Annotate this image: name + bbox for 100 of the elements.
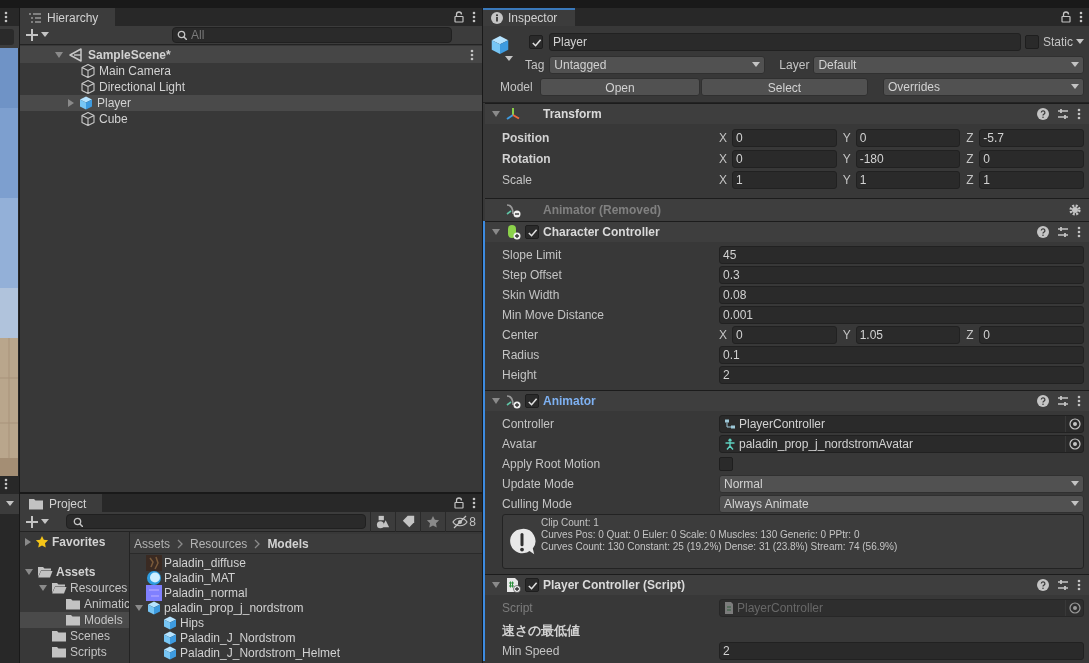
number-field[interactable]: 2 (719, 366, 1084, 384)
asset-item[interactable]: Paladin_J_Nordstrom (130, 630, 482, 645)
breadcrumb-link[interactable]: Resources (190, 534, 248, 553)
disclosure-triangle-icon[interactable] (491, 228, 501, 236)
folder-item[interactable]: Animatic (20, 596, 129, 612)
asset-item[interactable]: paladin_prop_j_nordstrom (130, 600, 482, 615)
number-field[interactable]: 0 (732, 128, 837, 147)
number-field[interactable]: 2 (719, 642, 1084, 660)
more-icon[interactable] (1077, 579, 1081, 591)
number-field[interactable]: 45 (719, 246, 1084, 264)
folder-item[interactable]: Resources (20, 580, 129, 596)
folder-item[interactable]: Assets (20, 564, 129, 580)
lock-icon[interactable] (454, 11, 464, 23)
tag-dropdown[interactable]: Untagged (549, 55, 766, 74)
enable-checkbox[interactable] (525, 578, 539, 592)
sliders-icon[interactable] (1057, 226, 1069, 238)
more-icon[interactable] (1077, 226, 1081, 238)
dropdown[interactable]: Always Animate (719, 495, 1084, 513)
sliders-icon[interactable] (1057, 108, 1069, 120)
number-field[interactable]: 1 (979, 170, 1084, 189)
disclosure-triangle-icon[interactable] (134, 603, 144, 612)
hidden-packages-button[interactable]: 8 (445, 511, 482, 532)
folder-item[interactable]: Models (20, 612, 129, 628)
asset-item[interactable]: Paladin_diffuse (130, 555, 482, 570)
static-checkbox[interactable] (1025, 35, 1039, 49)
panel-tab[interactable]: Inspector (483, 8, 575, 26)
asset-item[interactable]: Paladin_MAT (130, 570, 482, 585)
component-header[interactable]: Transform (485, 103, 1089, 124)
overrides-dropdown[interactable]: Overrides (883, 77, 1084, 96)
folder-item[interactable]: Favorites (20, 534, 129, 550)
number-field[interactable]: -180 (855, 149, 961, 168)
dropdown[interactable]: Normal (719, 475, 1084, 493)
breadcrumb-link[interactable]: Assets (134, 534, 170, 553)
help-icon[interactable] (1037, 579, 1049, 591)
asset-item[interactable]: Paladin_J_Nordstrom_Helmet (130, 645, 482, 660)
disclosure-triangle-icon[interactable] (491, 397, 501, 405)
help-icon[interactable] (1037, 226, 1049, 238)
disclosure-triangle-icon[interactable] (54, 50, 64, 59)
number-field[interactable]: 0 (979, 326, 1084, 344)
panel-tab[interactable]: Hierarchy (20, 8, 115, 26)
number-field[interactable]: 0 (855, 128, 961, 147)
more-icon[interactable] (1079, 11, 1083, 23)
settings-icon[interactable] (1069, 204, 1081, 216)
model-button[interactable]: Open (540, 77, 700, 96)
disclosure-triangle-icon[interactable] (491, 581, 501, 589)
disclosure-triangle-icon[interactable] (24, 568, 34, 576)
component-header[interactable]: Animator (485, 390, 1089, 411)
more-icon[interactable] (4, 11, 8, 23)
number-field[interactable]: 0.3 (719, 266, 1084, 284)
more-icon[interactable] (470, 48, 474, 61)
number-field[interactable]: 0.08 (719, 286, 1084, 304)
disclosure-triangle-icon[interactable] (491, 110, 501, 118)
number-field[interactable]: 1 (732, 170, 837, 189)
search-field[interactable] (66, 514, 366, 529)
lock-icon[interactable] (454, 497, 464, 509)
more-icon[interactable] (472, 11, 476, 23)
disclosure-triangle-icon[interactable] (24, 537, 32, 547)
more-icon[interactable] (472, 497, 476, 509)
lock-icon[interactable] (1061, 11, 1071, 23)
more-icon[interactable] (1077, 395, 1081, 407)
static-dropdown[interactable]: Static (1043, 33, 1084, 51)
more-icon[interactable] (1077, 108, 1081, 120)
disclosure-triangle-icon[interactable] (67, 98, 75, 108)
component-header[interactable]: Character Controller (485, 221, 1089, 242)
panel-tab[interactable]: Project (20, 494, 102, 512)
number-field[interactable]: 1.05 (855, 326, 961, 344)
number-field[interactable]: -5.7 (979, 128, 1084, 147)
number-field[interactable]: 1 (855, 170, 961, 189)
layer-dropdown[interactable]: Default (813, 55, 1084, 74)
sliders-icon[interactable] (1057, 579, 1069, 591)
object-picker-icon[interactable] (1068, 438, 1081, 450)
sliders-icon[interactable] (1057, 395, 1069, 407)
name-field[interactable]: Player (549, 33, 1021, 51)
model-button[interactable]: Select (701, 77, 868, 96)
active-checkbox[interactable] (529, 35, 543, 49)
number-field[interactable]: 0 (732, 326, 837, 344)
disclosure-triangle-icon[interactable] (38, 584, 48, 592)
hierarchy-item[interactable]: Player (20, 95, 482, 111)
checkbox[interactable] (719, 457, 733, 471)
breadcrumb-link[interactable]: Models (267, 534, 309, 553)
scene-row[interactable]: SampleScene* (20, 46, 482, 63)
enable-checkbox[interactable] (525, 225, 539, 239)
object-picker-icon[interactable] (1068, 418, 1081, 430)
component-header[interactable]: Player Controller (Script) (485, 574, 1089, 595)
asset-item[interactable]: Hips (130, 615, 482, 630)
number-field[interactable]: 0 (732, 149, 837, 168)
help-icon[interactable] (1037, 108, 1049, 120)
object-field[interactable]: paladin_prop_j_nordstromAvatar (719, 435, 1084, 453)
help-icon[interactable] (1037, 395, 1049, 407)
number-field[interactable]: 0.001 (719, 306, 1084, 324)
enable-checkbox[interactable] (525, 394, 539, 408)
folder-item[interactable]: Scenes (20, 628, 129, 644)
object-field[interactable]: PlayerController (719, 415, 1084, 433)
folder-item[interactable]: Scripts (20, 644, 129, 660)
number-field[interactable]: 0.1 (719, 346, 1084, 364)
prefab-icon[interactable] (489, 34, 511, 56)
asset-item[interactable]: Paladin_normal (130, 585, 482, 600)
number-field[interactable]: 0 (979, 149, 1084, 168)
search-field[interactable]: All (172, 27, 452, 43)
more-icon[interactable] (4, 478, 8, 490)
